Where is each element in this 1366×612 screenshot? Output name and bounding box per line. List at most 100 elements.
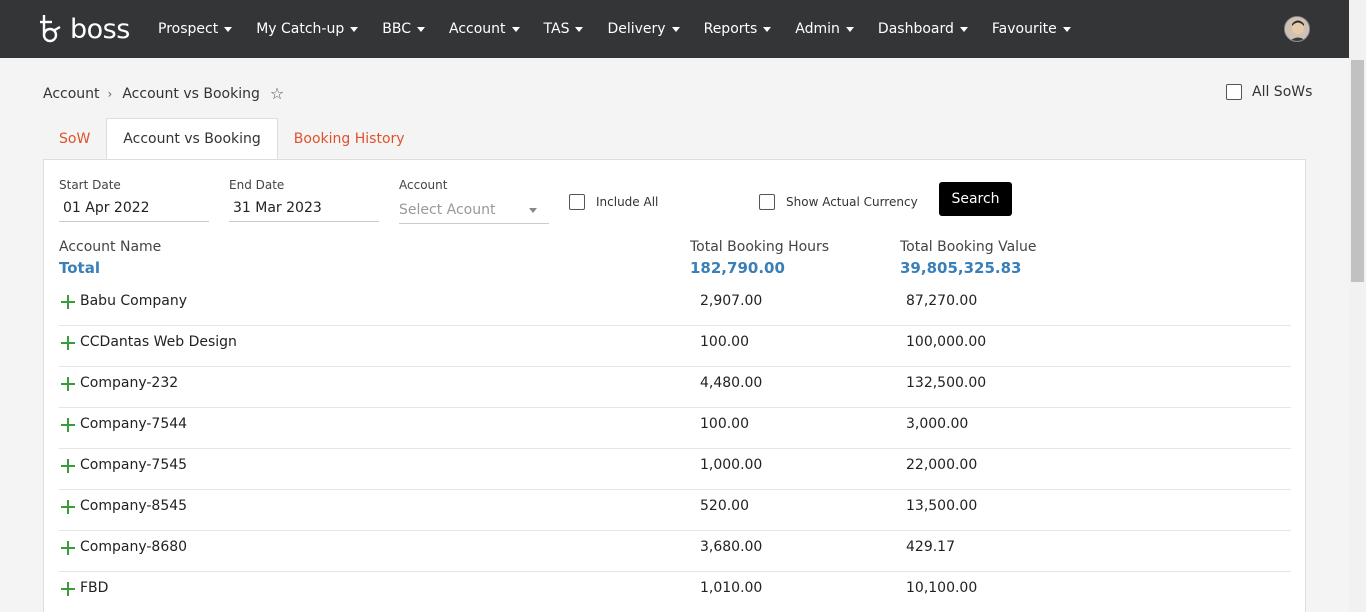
row-account-name: CCDantas Web Design bbox=[80, 334, 237, 350]
chevron-down-icon bbox=[529, 208, 537, 213]
nav-delivery[interactable]: Delivery bbox=[607, 21, 680, 37]
row-hours: 3,680.00 bbox=[700, 539, 763, 555]
search-button[interactable]: Search bbox=[939, 182, 1012, 216]
nav-dashboard[interactable]: Dashboard bbox=[878, 21, 968, 37]
tab-bar: SoW Account vs Booking Booking History bbox=[43, 118, 421, 160]
row-value: 429.17 bbox=[906, 539, 955, 555]
include-all-toggle[interactable]: Include All bbox=[569, 194, 658, 210]
nav-bbc[interactable]: BBC bbox=[382, 21, 425, 37]
start-date-input[interactable]: 01 Apr 2022 bbox=[59, 194, 209, 222]
expand-plus-icon[interactable] bbox=[61, 377, 75, 391]
nav-my-catch-up[interactable]: My Catch-up bbox=[256, 21, 359, 37]
expand-plus-icon[interactable] bbox=[61, 582, 75, 596]
table-row: Babu Company 2,907.00 87,270.00 bbox=[59, 285, 1291, 326]
row-value: 10,100.00 bbox=[906, 580, 978, 596]
include-all-label: Include All bbox=[596, 195, 659, 209]
all-sows-checkbox[interactable] bbox=[1226, 84, 1242, 100]
show-actual-currency-checkbox[interactable] bbox=[759, 194, 775, 210]
nav-favourite[interactable]: Favourite bbox=[992, 21, 1071, 37]
nav-label: Prospect bbox=[158, 21, 219, 37]
nav-label: BBC bbox=[382, 21, 411, 37]
tab-sow[interactable]: SoW bbox=[43, 118, 106, 160]
logo-icon bbox=[40, 15, 61, 43]
nav-label: Favourite bbox=[991, 21, 1057, 37]
total-hours: 182,790.00 bbox=[690, 259, 785, 277]
nav-label: Delivery bbox=[607, 21, 666, 37]
row-account-name: Company-8680 bbox=[80, 539, 188, 555]
row-account-name: Company-7544 bbox=[80, 416, 188, 432]
expand-plus-icon[interactable] bbox=[61, 336, 75, 350]
tab-account-vs-booking[interactable]: Account vs Booking bbox=[106, 118, 278, 160]
show-actual-currency-toggle[interactable]: Show Actual Currency bbox=[759, 194, 918, 210]
table-row: Company-7544 100.00 3,000.00 bbox=[59, 408, 1291, 449]
row-value: 22,000.00 bbox=[906, 457, 978, 473]
caret-down-icon bbox=[1062, 26, 1071, 32]
table-row: Company-8680 3,680.00 429.17 bbox=[59, 531, 1291, 572]
caret-down-icon bbox=[575, 26, 584, 32]
expand-plus-icon[interactable] bbox=[61, 418, 75, 432]
content-panel: Start Date 01 Apr 2022 End Date 31 Mar 2… bbox=[43, 159, 1306, 612]
account-select-placeholder: Select Acount bbox=[399, 201, 496, 218]
avatar-icon bbox=[1285, 17, 1309, 41]
page-scrollbar[interactable] bbox=[1349, 0, 1366, 612]
nav-label: Admin bbox=[795, 21, 840, 37]
nav-label: Dashboard bbox=[877, 21, 954, 37]
table-row: Company-7545 1,000.00 22,000.00 bbox=[59, 449, 1291, 490]
column-header-total-booking-hours: Total Booking Hours bbox=[690, 239, 830, 255]
row-hours: 100.00 bbox=[700, 334, 749, 350]
star-icon[interactable]: ☆ bbox=[270, 84, 284, 103]
row-hours: 1,010.00 bbox=[700, 580, 763, 596]
nav-account[interactable]: Account bbox=[449, 21, 520, 37]
nav-label: Reports bbox=[703, 21, 758, 37]
expand-plus-icon[interactable] bbox=[61, 541, 75, 555]
all-sows-label: All SoWs bbox=[1252, 84, 1313, 100]
row-hours: 520.00 bbox=[700, 498, 749, 514]
expand-plus-icon[interactable] bbox=[61, 500, 75, 514]
nav-tas[interactable]: TAS bbox=[544, 21, 584, 37]
row-value: 132,500.00 bbox=[906, 375, 987, 391]
include-all-checkbox[interactable] bbox=[569, 194, 585, 210]
expand-plus-icon[interactable] bbox=[61, 459, 75, 473]
caret-down-icon bbox=[763, 26, 772, 32]
row-value: 100,000.00 bbox=[906, 334, 987, 350]
row-value: 87,270.00 bbox=[906, 293, 978, 309]
user-avatar[interactable] bbox=[1284, 16, 1310, 42]
row-value: 13,500.00 bbox=[906, 498, 978, 514]
breadcrumb-separator: › bbox=[107, 86, 113, 101]
table-row: Company-232 4,480.00 132,500.00 bbox=[59, 367, 1291, 408]
scrollbar-thumb[interactable] bbox=[1351, 60, 1364, 282]
total-label: Total bbox=[59, 259, 100, 277]
row-hours: 4,480.00 bbox=[700, 375, 763, 391]
account-label: Account bbox=[399, 178, 448, 192]
caret-down-icon bbox=[671, 26, 680, 32]
caret-down-icon bbox=[417, 26, 425, 32]
account-select[interactable]: Select Acount bbox=[399, 196, 549, 224]
nav-admin[interactable]: Admin bbox=[795, 21, 854, 37]
end-date-label: End Date bbox=[229, 178, 285, 192]
all-sows-toggle[interactable]: All SoWs bbox=[1226, 84, 1312, 100]
row-account-name: Babu Company bbox=[80, 293, 187, 309]
table-row: CCDantas Web Design 100.00 100,000.00 bbox=[59, 326, 1291, 367]
logo-text: boss bbox=[70, 13, 130, 45]
row-value: 3,000.00 bbox=[906, 416, 969, 432]
nav-reports[interactable]: Reports bbox=[704, 21, 772, 37]
tab-booking-history[interactable]: Booking History bbox=[278, 118, 421, 160]
nav-prospect[interactable]: Prospect bbox=[158, 21, 233, 37]
app-logo[interactable]: boss bbox=[38, 12, 130, 46]
breadcrumb: Account › Account vs Booking ☆ bbox=[43, 84, 284, 103]
column-header-total-booking-value: Total Booking Value bbox=[900, 239, 1037, 255]
row-hours: 2,907.00 bbox=[700, 293, 763, 309]
caret-down-icon bbox=[845, 26, 854, 32]
table-row: FBD 1,010.00 10,100.00 bbox=[59, 572, 1291, 612]
end-date-input[interactable]: 31 Mar 2023 bbox=[229, 194, 379, 222]
column-header-account-name: Account Name bbox=[59, 239, 162, 255]
breadcrumb-root[interactable]: Account bbox=[43, 86, 100, 102]
table-row: Company-8545 520.00 13,500.00 bbox=[59, 490, 1291, 531]
expand-plus-icon[interactable] bbox=[61, 295, 75, 309]
caret-down-icon bbox=[511, 26, 520, 32]
breadcrumb-current: Account vs Booking bbox=[122, 85, 260, 102]
show-actual-currency-label: Show Actual Currency bbox=[786, 195, 918, 209]
row-account-name: Company-7545 bbox=[80, 457, 188, 473]
row-account-name: FBD bbox=[80, 580, 109, 596]
start-date-label: Start Date bbox=[59, 178, 121, 192]
